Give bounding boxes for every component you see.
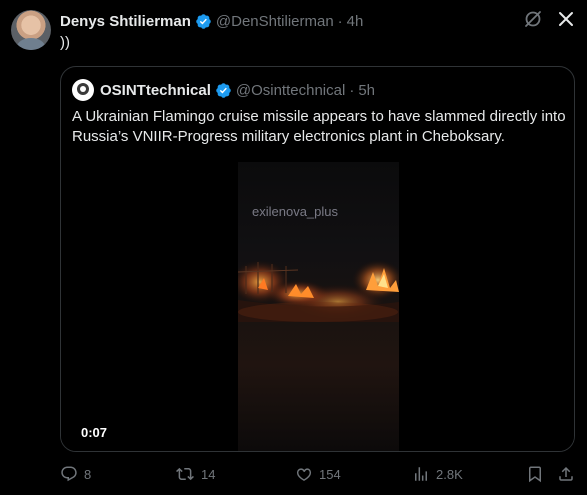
- repost-button[interactable]: 14: [175, 464, 215, 484]
- video-duration: 0:07: [81, 425, 108, 440]
- bookmark-button[interactable]: [526, 464, 544, 484]
- repost-icon: [176, 467, 194, 481]
- quoted-avatar[interactable]: [72, 79, 94, 101]
- reply-count: 8: [84, 466, 92, 482]
- avatar[interactable]: [11, 10, 51, 50]
- repost-count: 14: [201, 466, 216, 482]
- views-button[interactable]: 2.8K: [412, 464, 463, 484]
- quoted-tweet-time[interactable]: 5h: [358, 82, 375, 99]
- share-button[interactable]: [557, 464, 575, 484]
- tweet-time[interactable]: 4h: [347, 13, 364, 30]
- author-name[interactable]: Denys Shtilierman: [60, 13, 191, 30]
- share-icon: [559, 466, 573, 481]
- tweet-header: Denys Shtilierman @DenShtilierman · 4h: [60, 11, 363, 31]
- close-icon[interactable]: [557, 10, 575, 28]
- separator-dot: ·: [337, 12, 343, 30]
- reply-button[interactable]: 8: [60, 464, 91, 484]
- quoted-author-name[interactable]: OSINTtechnical: [100, 82, 211, 99]
- video-watermark: exilenova_plus: [252, 204, 339, 219]
- like-count: 154: [319, 466, 341, 482]
- tweet[interactable]: Denys Shtilierman @DenShtilierman · 4h )…: [0, 0, 587, 495]
- separator-dot: ·: [349, 81, 355, 99]
- reply-icon: [61, 466, 77, 482]
- like-button[interactable]: 154: [295, 464, 341, 484]
- video-frame[interactable]: exilenova_plus: [238, 162, 399, 451]
- video-player[interactable]: exilenova_plus 0:07: [61, 159, 574, 451]
- tweet-text: )): [60, 34, 70, 51]
- views-count: 2.8K: [436, 466, 463, 482]
- bookmark-icon: [529, 466, 541, 483]
- grok-icon[interactable]: [523, 9, 543, 29]
- like-icon: [296, 468, 312, 481]
- views-icon: [415, 467, 427, 481]
- quoted-author-handle[interactable]: @Osinttechnical: [236, 82, 345, 99]
- author-handle[interactable]: @DenShtilierman: [216, 13, 334, 30]
- quoted-tweet-text: A Ukrainian Flamingo cruise missile appe…: [72, 108, 566, 145]
- tweet-top-icons: [523, 9, 575, 29]
- tweet-actions: 8 14 154 2.8K: [60, 464, 575, 484]
- verified-badge-icon: [196, 13, 211, 29]
- quoted-tweet[interactable]: OSINTtechnical @Osinttechnical · 5h A Uk…: [60, 66, 575, 452]
- quoted-tweet-header: OSINTtechnical @Osinttechnical · 5h: [72, 79, 375, 101]
- verified-badge-icon: [216, 82, 231, 98]
